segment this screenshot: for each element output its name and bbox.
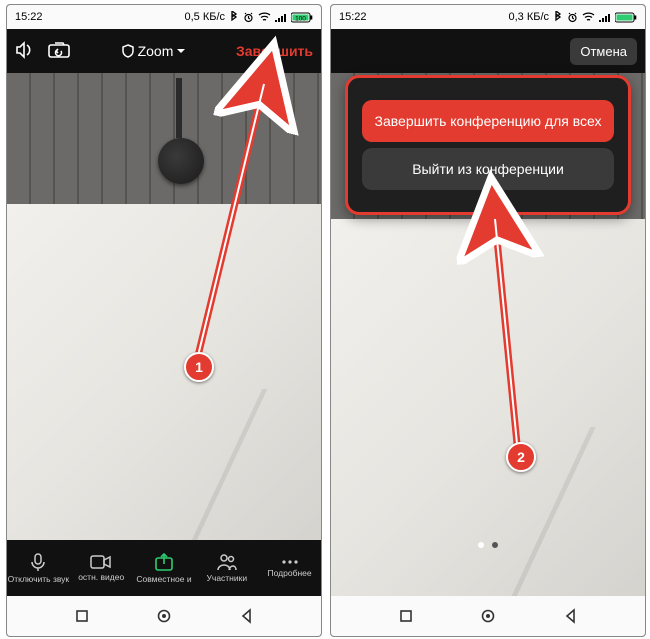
annotation-badge-1: 1 — [184, 352, 214, 382]
leave-meeting-dialog: Завершить конференцию для всех Выйти из … — [345, 75, 631, 215]
microphone-icon — [28, 552, 48, 572]
mute-audio-button[interactable]: Отключить звук — [7, 552, 70, 584]
bluetooth-icon — [229, 11, 239, 23]
android-status-bar: 15:22 0,5 КБ/с 100 — [7, 5, 321, 29]
android-nav-bar — [331, 596, 645, 636]
participants-button[interactable]: Участники — [195, 553, 258, 583]
chevron-down-icon — [176, 47, 186, 55]
phone-screenshot-2: 15:22 0,3 КБ/с Отмена Завершить конферен… — [330, 4, 646, 637]
shield-icon — [121, 44, 135, 58]
wifi-icon — [258, 12, 271, 22]
annotation-badge-2: 2 — [506, 442, 536, 472]
android-status-bar: 15:22 0,3 КБ/с — [331, 5, 645, 29]
svg-text:100: 100 — [295, 15, 306, 22]
battery-icon: 100 — [291, 12, 313, 23]
speaker-icon[interactable] — [15, 41, 37, 62]
nav-home-icon[interactable] — [480, 608, 496, 624]
signal-icon — [275, 12, 287, 22]
cancel-button[interactable]: Отмена — [570, 38, 637, 65]
zoom-app-label[interactable]: Zoom — [121, 43, 187, 59]
bluetooth-icon — [553, 11, 563, 23]
status-time: 15:22 — [15, 11, 43, 23]
nav-recents-icon[interactable] — [398, 608, 414, 624]
page-indicator — [331, 542, 645, 548]
zoom-bottom-toolbar: Отключить звук остн. видео Совместное и … — [7, 540, 321, 596]
wifi-icon — [582, 12, 595, 22]
android-nav-bar — [7, 596, 321, 636]
video-icon — [90, 554, 112, 570]
alarm-icon — [243, 12, 254, 23]
phone-screenshot-1: 15:22 0,5 КБ/с 100 Zoom Завершить — [6, 4, 322, 637]
more-icon — [280, 558, 300, 566]
more-button[interactable]: Подробнее — [258, 558, 321, 578]
nav-home-icon[interactable] — [156, 608, 172, 624]
signal-icon — [599, 12, 611, 22]
share-screen-button[interactable]: Совместное и — [133, 552, 196, 584]
alarm-icon — [567, 12, 578, 23]
status-time: 15:22 — [339, 11, 367, 23]
status-net-speed: 0,5 КБ/с — [184, 11, 225, 23]
zoom-top-bar: Zoom Завершить — [7, 29, 321, 73]
video-feed — [7, 73, 321, 540]
battery-icon — [615, 12, 637, 23]
stop-video-button[interactable]: остн. видео — [70, 554, 133, 582]
switch-camera-icon[interactable] — [47, 41, 71, 62]
end-for-all-button[interactable]: Завершить конференцию для всех — [362, 100, 614, 142]
leave-meeting-button[interactable]: Выйти из конференции — [362, 148, 614, 190]
nav-back-icon[interactable] — [239, 608, 255, 624]
status-net-speed: 0,3 КБ/с — [508, 11, 549, 23]
participants-icon — [216, 553, 238, 571]
nav-recents-icon[interactable] — [74, 608, 90, 624]
nav-back-icon[interactable] — [563, 608, 579, 624]
zoom-top-bar: Отмена — [331, 29, 645, 73]
end-meeting-button[interactable]: Завершить — [236, 43, 313, 59]
share-icon — [154, 552, 174, 572]
